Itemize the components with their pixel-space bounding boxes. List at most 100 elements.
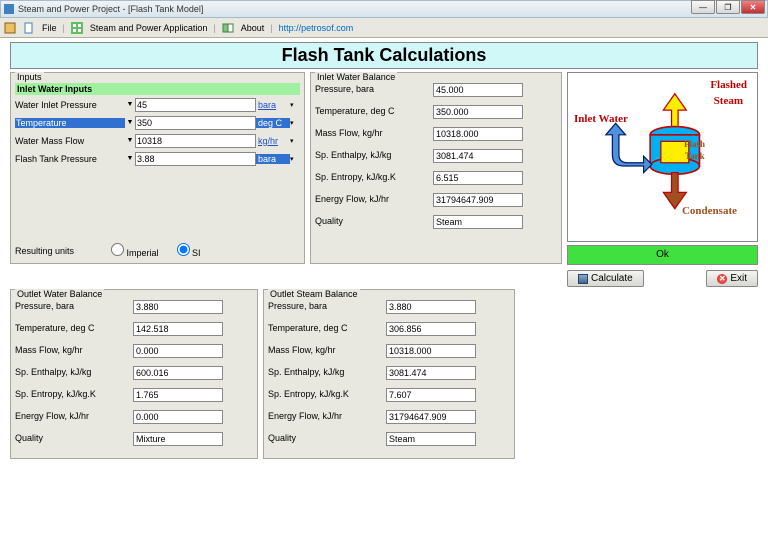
balance-label: Temperature, deg C [315, 105, 433, 116]
balance-label: Temperature, deg C [15, 322, 133, 333]
app-menu-icon [71, 22, 83, 34]
balance-value[interactable] [386, 432, 476, 446]
balance-label: Sp. Enthalpy, kJ/kg [268, 366, 386, 377]
balance-label: Pressure, bara [268, 300, 386, 311]
dropdown-icon[interactable]: ▼ [125, 155, 135, 162]
input-field[interactable] [135, 116, 256, 130]
close-button[interactable]: ✕ [741, 0, 765, 14]
outlet-steam-legend: Outlet Steam Balance [268, 289, 360, 299]
balance-label: Energy Flow, kJ/hr [268, 410, 386, 421]
page-title: Flash Tank Calculations [10, 42, 758, 69]
balance-value[interactable] [133, 322, 223, 336]
dropdown-icon[interactable]: ▾ [290, 155, 300, 163]
menu-app[interactable]: Steam and Power Application [90, 23, 208, 33]
balance-value[interactable] [133, 344, 223, 358]
balance-value[interactable] [433, 105, 523, 119]
balance-label: Temperature, deg C [268, 322, 386, 333]
dropdown-icon[interactable]: ▾ [290, 101, 300, 109]
about-icon [222, 22, 234, 34]
inputs-group: Inputs Inlet Water Inputs Water Inlet Pr… [10, 72, 305, 264]
diagram-condensate-label: Condensate [682, 205, 737, 217]
outlet-water-legend: Outlet Water Balance [15, 289, 104, 299]
dropdown-icon[interactable]: ▼ [125, 137, 135, 144]
menu-link[interactable]: http://petrosof.com [279, 23, 354, 33]
diagram-tank-label1: Flash [684, 139, 705, 149]
unit-label[interactable]: deg C [256, 118, 290, 128]
balance-value[interactable] [433, 171, 523, 185]
maximize-button[interactable]: ❐ [716, 0, 740, 14]
balance-value[interactable] [433, 127, 523, 141]
balance-value[interactable] [433, 149, 523, 163]
balance-value[interactable] [386, 300, 476, 314]
file-icon [23, 22, 35, 34]
dropdown-icon[interactable]: ▼ [125, 119, 135, 126]
dropdown-icon[interactable]: ▼ [125, 101, 135, 108]
inputs-legend: Inputs [15, 72, 44, 82]
exit-button[interactable]: ✕Exit [706, 270, 758, 287]
calculate-button[interactable]: Calculate [567, 270, 644, 287]
input-field[interactable] [135, 98, 256, 112]
window-titlebar: Steam and Power Project - [Flash Tank Mo… [0, 0, 768, 18]
outlet-water-group: Outlet Water Balance Pressure, bara Tempe… [10, 289, 258, 459]
ok-status: Ok [567, 245, 758, 265]
diagram-steam-label: Steam [714, 95, 743, 107]
input-label: Temperature [15, 118, 125, 128]
menubar: File | Steam and Power Application | Abo… [0, 18, 768, 38]
balance-label: Mass Flow, kg/hr [268, 344, 386, 355]
inlet-balance-group: Inlet Water Balance Pressure, bara Temper… [310, 72, 562, 264]
dropdown-icon[interactable]: ▾ [290, 119, 300, 127]
dropdown-icon[interactable]: ▾ [290, 137, 300, 145]
balance-value[interactable] [433, 193, 523, 207]
input-label: Water Mass Flow [15, 136, 125, 146]
balance-label: Mass Flow, kg/hr [15, 344, 133, 355]
balance-value[interactable] [386, 388, 476, 402]
balance-label: Sp. Entropy, kJ/kg.K [268, 388, 386, 399]
input-label: Water Inlet Pressure [15, 100, 125, 110]
balance-value[interactable] [433, 215, 523, 229]
balance-value[interactable] [386, 322, 476, 336]
unit-label[interactable]: kg/hr [256, 136, 290, 146]
input-field[interactable] [135, 134, 256, 148]
balance-label: Energy Flow, kJ/hr [15, 410, 133, 421]
app-icon [4, 4, 14, 14]
inlet-balance-legend: Inlet Water Balance [315, 72, 397, 82]
exit-icon: ✕ [717, 274, 727, 284]
balance-label: Sp. Enthalpy, kJ/kg [15, 366, 133, 377]
balance-label: Energy Flow, kJ/hr [315, 193, 433, 204]
balance-label: Pressure, bara [15, 300, 133, 311]
input-field[interactable] [135, 152, 256, 166]
radio-si[interactable]: SI [177, 243, 201, 258]
balance-label: Pressure, bara [315, 83, 433, 94]
balance-label: Sp. Entropy, kJ/kg.K [15, 388, 133, 399]
balance-label: Sp. Entropy, kJ/kg.K [315, 171, 433, 182]
balance-value[interactable] [133, 300, 223, 314]
window-title: Steam and Power Project - [Flash Tank Mo… [18, 4, 203, 14]
balance-label: Mass Flow, kg/hr [315, 127, 433, 138]
outlet-steam-group: Outlet Steam Balance Pressure, bara Tempe… [263, 289, 515, 459]
balance-value[interactable] [133, 432, 223, 446]
balance-label: Quality [268, 432, 386, 443]
balance-label: Quality [315, 215, 433, 226]
menu-file[interactable]: File [42, 23, 57, 33]
unit-label[interactable]: bara [256, 154, 290, 164]
balance-value[interactable] [386, 366, 476, 380]
balance-value[interactable] [133, 410, 223, 424]
balance-value[interactable] [433, 83, 523, 97]
balance-label: Sp. Enthalpy, kJ/kg [315, 149, 433, 160]
balance-value[interactable] [133, 366, 223, 380]
balance-value[interactable] [386, 344, 476, 358]
flash-tank-diagram: Flashed Steam Inlet Water Flash Tank Con… [567, 72, 758, 242]
unit-label[interactable]: bara [256, 100, 290, 110]
minimize-button[interactable]: — [691, 0, 715, 14]
balance-value[interactable] [386, 410, 476, 424]
input-label: Flash Tank Pressure [15, 154, 125, 164]
diagram-flashed-label: Flashed [710, 79, 747, 91]
menu-about[interactable]: About [241, 23, 265, 33]
balance-label: Quality [15, 432, 133, 443]
balance-value[interactable] [133, 388, 223, 402]
inputs-header: Inlet Water Inputs [15, 83, 300, 95]
window-icon[interactable] [4, 22, 16, 34]
radio-imperial[interactable]: Imperial [111, 243, 159, 258]
units-label: Resulting units [15, 246, 93, 256]
diagram-inlet-label: Inlet Water [574, 113, 628, 125]
